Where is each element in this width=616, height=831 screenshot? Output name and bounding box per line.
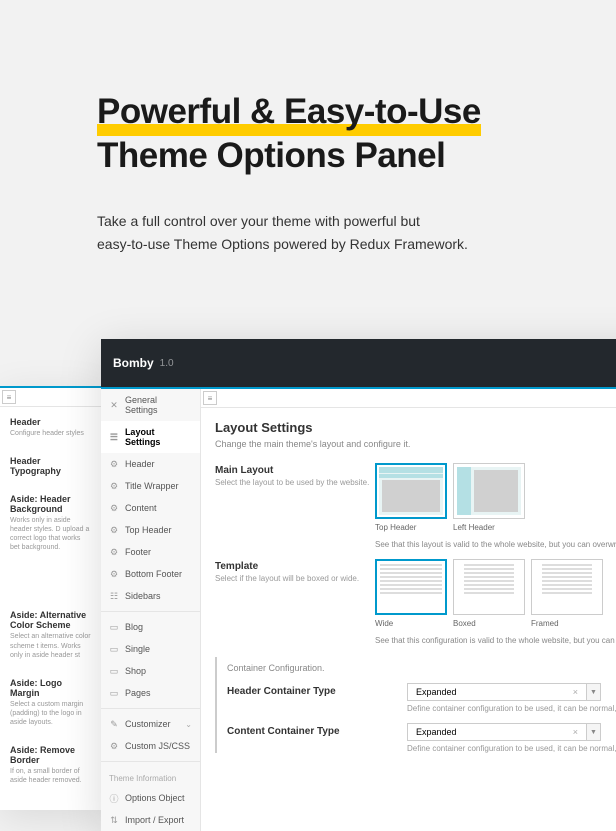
page-subtitle: Change the main theme's layout and confi… [215, 439, 616, 449]
dropdown-icon[interactable]: ▼ [587, 683, 601, 701]
content-area: ≡ Layout Settings Change the main theme'… [201, 389, 616, 831]
page-title: Layout Settings [215, 420, 616, 435]
sidebar-icon: ✕ [109, 400, 119, 410]
template-hint: Select if the layout will be boxed or wi… [215, 574, 375, 583]
bg-typography-title: Header Typography [10, 456, 91, 476]
bg-alt-color-desc: Select an alternative color scheme t ite… [10, 632, 91, 659]
sidebar-item-label: Shop [125, 666, 146, 676]
sidebar-icon: ⚙ [109, 525, 119, 535]
sidebar-item-label: Single [125, 644, 150, 654]
sidebar-item-bottom-footer[interactable]: ⚙ Bottom Footer [101, 563, 200, 585]
sidebar-item-label: Layout Settings [125, 427, 192, 447]
import-icon: ⇅ [109, 815, 119, 825]
sidebar-icon: ▭ [109, 688, 119, 698]
sidebar-import-export[interactable]: ⇅Import / Export [101, 809, 200, 831]
topbar: Bomby 1.0 [101, 339, 616, 387]
sidebar-icon: ⚙ [109, 569, 119, 579]
collapse-content-icon[interactable]: ≡ [203, 391, 217, 405]
sidebar-icon: ⚙ [109, 481, 119, 491]
sidebar-options-object[interactable]: ⓘOptions Object [101, 787, 200, 809]
brand-version: 1.0 [160, 358, 174, 369]
sidebar-item-custom-js-css[interactable]: ⚙ Custom JS/CSS [101, 735, 200, 757]
sidebar-item-customizer[interactable]: ✎ Customizer ⌄ [101, 713, 200, 735]
main-layout-hint: Select the layout to be used by the webs… [215, 478, 375, 487]
bg-aside-bg-desc: Works only in aside header styles. D upl… [10, 516, 91, 552]
container-config-head: Container Configuration. [227, 657, 616, 683]
sidebar-item-label: Customizer [125, 719, 171, 729]
sidebar-item-title-wrapper[interactable]: ⚙ Title Wrapper [101, 475, 200, 497]
chevron-down-icon: ⌄ [185, 720, 192, 729]
bg-remove-border-desc: If on, a small border of aside header re… [10, 767, 91, 785]
brand-name: Bomby [113, 356, 154, 370]
collapse-icon[interactable]: ≡ [2, 390, 16, 404]
bg-header-desc: Configure header styles [10, 429, 91, 438]
sidebar-icon: ▭ [109, 622, 119, 632]
sidebar-item-sidebars[interactable]: ☷ Sidebars [101, 585, 200, 607]
layout-option-top-header[interactable] [375, 463, 447, 519]
sidebar-item-single[interactable]: ▭ Single [101, 638, 200, 660]
header-container-select[interactable]: Expanded× [407, 683, 587, 701]
clear-icon[interactable]: × [573, 687, 578, 697]
sidebar-icon: ▭ [109, 666, 119, 676]
content-container-select[interactable]: Expanded× [407, 723, 587, 741]
content-container-hint: Define container configuration to be use… [407, 744, 616, 753]
bg-remove-border-title: Aside: Remove Border [10, 745, 91, 765]
sidebar-icon: ✎ [109, 719, 119, 729]
sidebar-item-general-settings[interactable]: ✕ General Settings [101, 389, 200, 421]
sidebar: ✕ General Settings ☰ Layout Settings ⚙ Header… [101, 389, 201, 831]
sidebar-item-blog[interactable]: ▭ Blog [101, 616, 200, 638]
template-option-boxed[interactable] [453, 559, 525, 615]
sidebar-item-label: Top Header [125, 525, 172, 535]
template-option-framed[interactable] [531, 559, 603, 615]
sidebar-item-label: Title Wrapper [125, 481, 179, 491]
info-icon: ⓘ [109, 793, 119, 803]
dropdown-icon[interactable]: ▼ [587, 723, 601, 741]
header-container-hint: Define container configuration to be use… [407, 704, 616, 713]
sidebar-item-label: Content [125, 503, 157, 513]
sidebar-icon: ▭ [109, 644, 119, 654]
sidebar-item-content[interactable]: ⚙ Content [101, 497, 200, 519]
content-container-label: Content Container Type [227, 723, 407, 737]
sidebar-icon: ⚙ [109, 547, 119, 557]
sidebar-item-label: Bottom Footer [125, 569, 182, 579]
sidebar-item-shop[interactable]: ▭ Shop [101, 660, 200, 682]
bg-aside-bg-title: Aside: Header Background [10, 494, 91, 514]
sidebar-item-label: Sidebars [125, 591, 161, 601]
template-option-wide[interactable] [375, 559, 447, 615]
sidebar-item-label: Blog [125, 622, 143, 632]
bg-header-title: Header [10, 417, 91, 427]
main-layout-label: Main Layout [215, 465, 375, 476]
sidebar-item-label: General Settings [125, 395, 192, 415]
bg-logo-margin-title: Aside: Logo Margin [10, 678, 91, 698]
sidebar-item-label: Header [125, 459, 155, 469]
sidebar-item-label: Pages [125, 688, 151, 698]
sidebar-icon: ⚙ [109, 503, 119, 513]
template-label: Template [215, 561, 375, 572]
bg-logo-margin-desc: Select a custom margin (padding) to the … [10, 700, 91, 727]
sidebar-icon: ☷ [109, 591, 119, 601]
clear-icon[interactable]: × [573, 727, 578, 737]
sidebar-item-pages[interactable]: ▭ Pages [101, 682, 200, 704]
template-note: See that this configuration is valid to … [375, 636, 616, 645]
layout-option-left-header[interactable] [453, 463, 525, 519]
hero: Powerful & Easy-to-Use Theme Options Pan… [0, 0, 616, 257]
sidebar-item-label: Custom JS/CSS [125, 741, 190, 751]
sidebar-item-label: Footer [125, 547, 151, 557]
hero-title: Powerful & Easy-to-Use Theme Options Pan… [97, 90, 616, 178]
main-layout-note: See that this layout is valid to the who… [375, 540, 616, 549]
header-container-label: Header Container Type [227, 683, 407, 697]
sidebar-icon: ☰ [109, 432, 119, 442]
sidebar-item-header[interactable]: ⚙ Header [101, 453, 200, 475]
sidebar-item-footer[interactable]: ⚙ Footer [101, 541, 200, 563]
background-panel: ≡ Header Configure header styles Header … [0, 386, 101, 810]
bg-alt-color-title: Aside: Alternative Color Scheme [10, 610, 91, 630]
sidebar-theme-info[interactable]: Theme Information [101, 766, 200, 787]
sidebar-item-layout-settings[interactable]: ☰ Layout Settings [101, 421, 200, 453]
main-panel: Bomby 1.0 ✕ General Settings ☰ Layout Setti… [101, 339, 616, 831]
sidebar-item-top-header[interactable]: ⚙ Top Header [101, 519, 200, 541]
sidebar-icon: ⚙ [109, 459, 119, 469]
sidebar-icon: ⚙ [109, 741, 119, 751]
hero-description: Take a full control over your theme with… [97, 210, 616, 258]
